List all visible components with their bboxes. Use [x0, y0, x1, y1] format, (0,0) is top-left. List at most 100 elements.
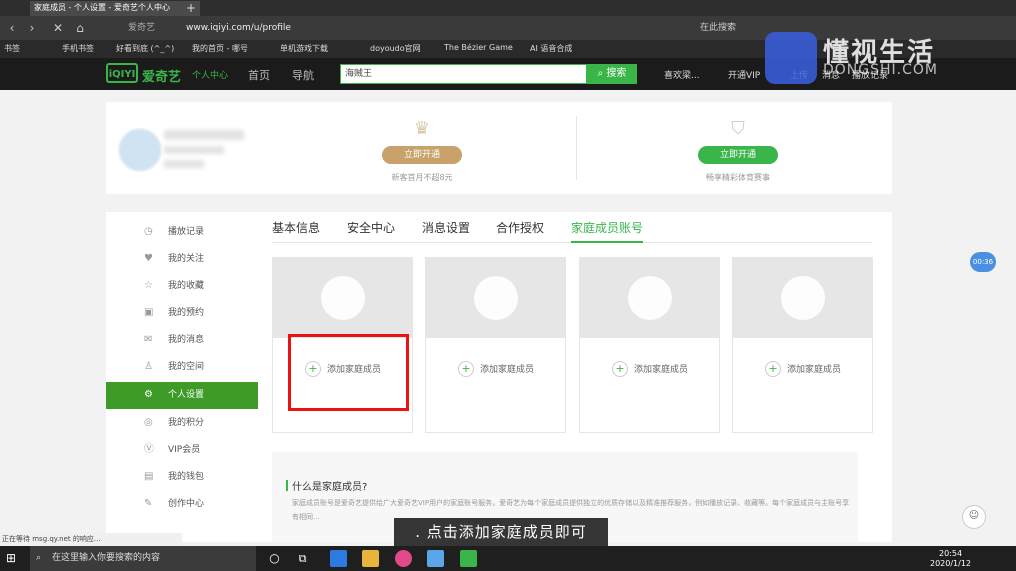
tab-message-settings[interactable]: 消息设置 [422, 219, 470, 236]
watermark-logo [765, 32, 817, 84]
home-icon[interactable]: ⌂ [72, 20, 88, 36]
sidebar-item-vip[interactable]: Ⓥ VIP会员 [106, 437, 258, 464]
vip-desc: 新客首月不超8元 [391, 173, 453, 182]
windows-start-icon[interactable]: ⊞ [6, 551, 20, 565]
open-vip-button[interactable]: 立即开通 [382, 146, 462, 164]
plus-icon: + [612, 361, 628, 377]
new-tab-button[interactable]: + [182, 1, 198, 16]
sidebar-item-wallet[interactable]: ▤ 我的钱包 [106, 464, 258, 491]
clock-date: 2020/1/12 [930, 559, 972, 568]
add-family-member-button[interactable]: + 添加家庭成员 [458, 361, 534, 377]
browser-tab-active[interactable]: 家庭成员 - 个人设置 - 爱奇艺个人中心 [30, 1, 200, 16]
card-banner [426, 258, 565, 338]
taskbar-search[interactable]: ⌕ 在这里输入你要搜索的内容 [30, 546, 256, 571]
browser-search-field[interactable]: 在此搜索 [700, 20, 736, 36]
bookmark-item[interactable]: The Bézier Game [444, 43, 513, 52]
sidebar-item-label: 我的预约 [168, 308, 205, 318]
url-field[interactable]: www.iqiyi.com/u/profile [186, 20, 291, 36]
faq-title: 什么是家庭成员? [292, 482, 368, 493]
bookmark-item[interactable]: 我的首页 - 哪号 [192, 43, 248, 54]
faq-accent-bar [286, 480, 288, 491]
iqiyi-app-icon[interactable] [460, 550, 477, 567]
add-family-member-button[interactable]: + 添加家庭成员 [612, 361, 688, 377]
add-label: 添加家庭成员 [634, 365, 689, 375]
family-member-card[interactable]: + 添加家庭成员 [579, 257, 720, 433]
profile-card: ♛ 立即开通 新客首月不超8元 ⛉ 立即开通 畅享精彩体育赛事 [106, 102, 892, 194]
star-icon: ☆ [144, 280, 153, 291]
colorful-app-icon[interactable] [395, 550, 412, 567]
stop-icon[interactable]: ✕ [50, 20, 66, 36]
bookmark-item[interactable]: AI 语音合成 [530, 43, 572, 54]
forward-icon[interactable]: › [24, 20, 40, 36]
file-explorer-icon[interactable] [362, 550, 379, 567]
add-family-member-button[interactable]: + 添加家庭成员 [765, 361, 841, 377]
bookmark-item[interactable]: 书签 [4, 43, 20, 54]
tab-security[interactable]: 安全中心 [347, 219, 395, 236]
deer-avatar-icon [781, 276, 825, 320]
sidebar: ◷ 播放记录 ♥ 我的关注 ☆ 我的收藏 ▣ 我的预约 ✉ 我的消息 ♙ 我的空间 ⚙ 个人设… [106, 212, 258, 542]
iqiyi-logo[interactable]: iQIYI [106, 63, 138, 83]
clock-time: 20:54 [938, 549, 963, 558]
follow-icon: ♥ [144, 253, 153, 264]
taskbar-clock[interactable]: 20:54 2020/1/12 [930, 549, 971, 569]
sidebar-item-settings[interactable]: ⚙ 个人设置 [106, 382, 258, 409]
family-member-card[interactable]: + 添加家庭成员 [425, 257, 566, 433]
sidebar-item-label: 我的空间 [168, 362, 205, 372]
bookmark-item[interactable]: 手机书签 [62, 43, 94, 54]
sidebar-item-history[interactable]: ◷ 播放记录 [106, 219, 258, 246]
open-vip-link[interactable]: 开通VIP [728, 68, 760, 81]
sidebar-item-follow[interactable]: ♥ 我的关注 [106, 246, 258, 273]
bookmark-item[interactable]: 单机游戏下载 [280, 43, 328, 54]
bookmark-item[interactable]: doyoudo官网 [370, 43, 421, 54]
sidebar-item-label: VIP会员 [168, 445, 201, 455]
vip-icon: Ⓥ [144, 444, 154, 455]
sidebar-item-label: 播放记录 [168, 227, 205, 237]
browser-app-icon[interactable] [330, 550, 347, 567]
sidebar-item-points[interactable]: ◎ 我的积分 [106, 410, 258, 437]
feedback-icon[interactable]: ☺ [962, 505, 986, 529]
sidebar-item-favorites[interactable]: ☆ 我的收藏 [106, 273, 258, 300]
deer-avatar-icon [321, 276, 365, 320]
taskbar: ⊞ ⌕ 在这里输入你要搜索的内容 ○ ⧉ 20:54 2020/1/12 [0, 546, 1016, 571]
task-view-icon[interactable]: ⧉ [294, 550, 311, 567]
open-sport-vip-button[interactable]: 立即开通 [698, 146, 778, 164]
calendar-icon: ▣ [144, 307, 154, 318]
tab-authorization[interactable]: 合作授权 [496, 219, 544, 236]
bookmark-item[interactable]: 好看到底 (^_^) [116, 43, 174, 54]
sidebar-item-create[interactable]: ✎ 创作中心 [106, 491, 258, 518]
tab-basic-info[interactable]: 基本信息 [272, 219, 320, 236]
sidebar-item-reservations[interactable]: ▣ 我的预约 [106, 300, 258, 327]
avatar[interactable] [118, 128, 162, 172]
back-icon[interactable]: ‹ [4, 20, 20, 36]
sidebar-item-label: 我的收藏 [168, 281, 205, 291]
search-input[interactable]: 海贼王 [340, 64, 587, 84]
search-button[interactable]: ⌕ 搜索 [587, 64, 637, 84]
mail-icon: ✉ [144, 334, 153, 345]
sidebar-item-space[interactable]: ♙ 我的空间 [106, 354, 258, 381]
username-blurred [164, 130, 244, 140]
gear-icon: ⚙ [144, 389, 153, 400]
floating-timer[interactable]: 00:36 [970, 252, 996, 272]
cortana-icon[interactable]: ○ [266, 550, 283, 567]
card-banner [580, 258, 719, 338]
nav-menu[interactable]: 导航 [292, 67, 314, 83]
family-member-card[interactable]: + 添加家庭成员 [732, 257, 873, 433]
add-label: 添加家庭成员 [480, 365, 535, 375]
nav-home[interactable]: 首页 [248, 67, 270, 83]
watermark: 懂视生活 DONGSHI.COM [765, 30, 975, 85]
app-icon[interactable] [427, 550, 444, 567]
search-icon: ⌕ [597, 68, 604, 79]
deer-avatar-icon [474, 276, 518, 320]
user-name[interactable]: 喜欢梁... [664, 68, 700, 81]
points-icon: ◎ [144, 417, 153, 428]
sidebar-item-messages[interactable]: ✉ 我的消息 [106, 327, 258, 354]
sidebar-item-label: 我的消息 [168, 335, 205, 345]
search-icon: ⌕ [36, 553, 42, 563]
taskbar-search-placeholder: 在这里输入你要搜索的内容 [52, 553, 161, 563]
sidebar-item-label: 我的关注 [168, 254, 205, 264]
card-banner [273, 258, 412, 338]
deer-avatar-icon [628, 276, 672, 320]
sport-vip-desc: 畅享精彩体育赛事 [706, 173, 770, 182]
highlight-box [288, 334, 409, 411]
tab-family-accounts[interactable]: 家庭成员账号 [571, 219, 644, 243]
